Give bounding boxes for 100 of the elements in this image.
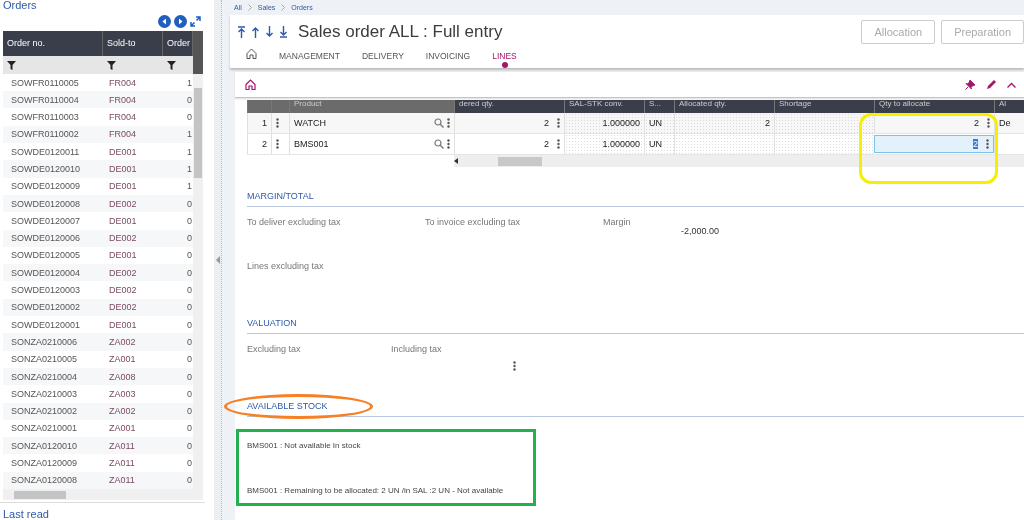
table-cell[interactable]: SOWDE0120004 (3, 267, 103, 278)
more-icon[interactable] (513, 361, 516, 371)
scrollbar-thumb[interactable] (194, 87, 202, 178)
table-cell-text: ZA003 (108, 388, 137, 399)
table-cell[interactable]: SOWDE0120001 (3, 319, 103, 330)
table-cell-text: DE002 (108, 302, 138, 313)
tab[interactable]: INVOICING (425, 48, 471, 65)
chevron-icon (247, 4, 252, 11)
table-cell[interactable]: SONZA0210004 (3, 371, 103, 382)
first-record-icon[interactable] (237, 25, 246, 38)
pin-icon[interactable] (965, 79, 976, 90)
table-cell[interactable]: SOWFR0110002 (3, 129, 103, 140)
table-cell[interactable]: SOWDE0120009 (3, 181, 103, 192)
column-header[interactable]: S... (644, 100, 674, 113)
table-cell[interactable]: SONZA0210006 (3, 336, 103, 347)
table-cell[interactable]: SOWFR0110005 (3, 77, 103, 88)
column-header[interactable]: SAL-STK conv. (564, 100, 644, 113)
horizontal-scrollbar[interactable] (454, 155, 1024, 167)
table-cell[interactable]: SOWDE0120003 (3, 285, 103, 296)
column-header (271, 100, 289, 113)
table-cell[interactable]: SOWDE0120005 (3, 250, 103, 261)
filter-icon[interactable] (7, 60, 16, 70)
table-cell[interactable]: SONZA0120009 (3, 458, 103, 469)
table-cell-text: 0 (186, 406, 193, 417)
more-icon[interactable] (276, 139, 279, 149)
previous-record-icon[interactable] (251, 25, 260, 38)
next-record-icon[interactable] (265, 25, 274, 38)
table-cell[interactable]: SOWDE0120007 (3, 215, 103, 226)
more-icon[interactable] (987, 118, 990, 128)
home-icon[interactable] (245, 79, 256, 90)
more-icon[interactable] (447, 139, 450, 149)
more-icon[interactable] (557, 118, 560, 128)
more-icon[interactable] (986, 139, 989, 149)
column-header[interactable]: Qty to allocate (874, 100, 994, 113)
field-label: Lines excluding tax (247, 260, 325, 273)
table-cell[interactable]: SOWDE0120011 (3, 146, 103, 157)
table-cell: 1.000000 (602, 118, 640, 128)
table-cell[interactable]: SOWDE0120008 (3, 198, 103, 209)
next-icon[interactable] (174, 15, 187, 29)
quantity-field[interactable]: 2 (973, 139, 978, 149)
column-header[interactable]: Product (289, 100, 454, 113)
quantity-field[interactable]: 2 (974, 118, 979, 128)
column-header[interactable]: Order no. (3, 30, 103, 56)
scrollbar-thumb[interactable] (14, 490, 66, 499)
filter-icon[interactable] (167, 60, 176, 70)
table-cell-text: FR004 (108, 129, 137, 140)
table-cell-text: FR004 (108, 94, 137, 105)
tab[interactable]: MANAGEMENT (279, 48, 340, 65)
section-title: AVAILABLE STOCK (247, 401, 1024, 417)
table-cell[interactable]: SONZA0120008 (3, 475, 103, 486)
filter-icon[interactable] (107, 60, 116, 70)
column-header[interactable]: dered qty. (454, 100, 564, 113)
pencil-icon[interactable] (986, 79, 997, 90)
tab[interactable]: DELIVERY (361, 48, 404, 65)
table-cell-text: ZA011 (108, 475, 136, 486)
product-field[interactable]: WATCH (294, 118, 326, 128)
search-icon[interactable] (434, 139, 444, 149)
table-cell-text: DE002 (108, 233, 138, 244)
table-cell-text: 0 (186, 94, 193, 105)
more-icon[interactable] (447, 118, 450, 128)
table-cell[interactable]: SONZA0120010 (3, 440, 103, 451)
column-header[interactable]: Allocated qty. (674, 100, 774, 113)
chevron-icon (281, 4, 286, 11)
caret-icon[interactable] (1007, 81, 1016, 88)
more-icon[interactable] (557, 139, 560, 149)
table-cell[interactable]: SONZA0210005 (3, 354, 103, 365)
product-field[interactable]: BMS001 (294, 139, 329, 149)
table-cell[interactable]: SONZA0210001 (3, 423, 103, 434)
column-header (247, 100, 271, 113)
last-record-icon[interactable] (279, 25, 288, 38)
previous-icon[interactable] (158, 15, 171, 29)
quantity-field[interactable]: 2 (544, 139, 549, 149)
horizontal-scrollbar[interactable] (3, 489, 203, 500)
table-cell[interactable]: SOWDE0120002 (3, 302, 103, 313)
scrollbar[interactable] (193, 73, 203, 489)
column-header[interactable]: Al (994, 100, 1024, 113)
more-icon[interactable] (276, 118, 279, 128)
table-cell[interactable]: SOWDE0120010 (3, 164, 103, 174)
row-number: 2 (247, 134, 271, 154)
expand-icon[interactable] (190, 16, 201, 28)
quantity-field[interactable]: 2 (544, 118, 549, 128)
table-cell[interactable]: SONZA0210003 (3, 388, 103, 399)
table-cell: 2 (765, 118, 770, 128)
scroll-left-icon[interactable] (454, 158, 458, 164)
table-cell[interactable]: SOWFR0110004 (3, 94, 103, 105)
panel-title: Orders (2, 0, 38, 13)
table-cell-text: 0 (186, 458, 193, 469)
column-header[interactable]: Sold-to (103, 30, 163, 56)
tab[interactable]: LINES (492, 48, 517, 65)
search-icon[interactable] (434, 118, 444, 128)
table-cell-text: 0 (186, 285, 193, 296)
column-header[interactable]: Shortage (774, 100, 874, 113)
table-cell[interactable]: SONZA0210002 (3, 406, 103, 417)
home-icon[interactable] (246, 48, 257, 59)
table-cell: UN (649, 118, 662, 128)
footer-link[interactable]: Last read (0, 502, 205, 520)
scrollbar-thumb[interactable] (498, 156, 542, 166)
table-cell-text: 0 (186, 267, 193, 278)
table-cell[interactable]: SOWDE0120006 (3, 233, 103, 244)
table-cell[interactable]: SOWFR0110003 (3, 112, 103, 123)
